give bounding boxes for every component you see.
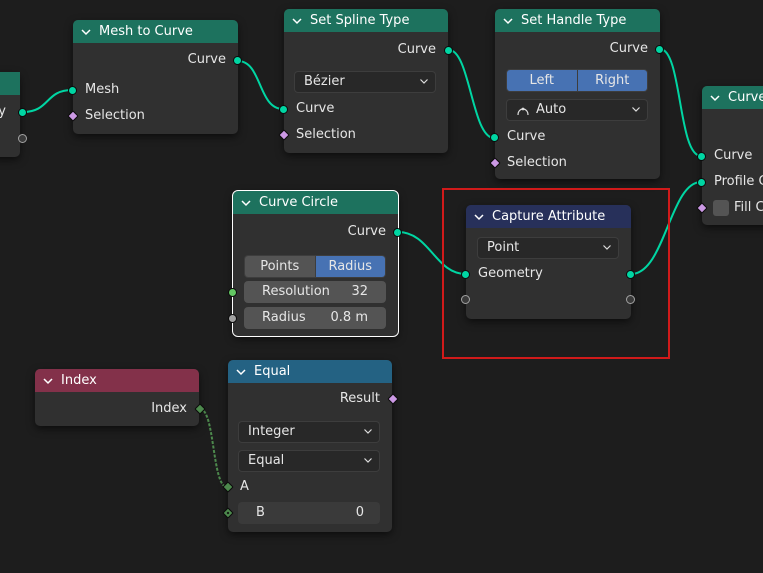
- handle-auto-icon: [517, 107, 529, 115]
- output-curve-label: Curve: [187, 52, 226, 67]
- output-result-label: Result: [339, 391, 380, 406]
- index-node[interactable]: Index Index: [35, 369, 206, 426]
- equal-node[interactable]: Equal Result Integer Equal A B 0: [222, 360, 399, 532]
- node-title: Set Handle Type: [521, 13, 627, 28]
- handle-side-toggle[interactable]: Left Right: [506, 69, 648, 92]
- node-title: Set Spline Type: [310, 13, 410, 28]
- spline-type-dropdown[interactable]: Bézier: [294, 71, 436, 93]
- toggle-left[interactable]: Left: [507, 70, 577, 91]
- circle-mode-toggle[interactable]: Points Radius: [244, 255, 386, 278]
- output-socket[interactable]: [18, 108, 27, 117]
- output-curve-socket[interactable]: [444, 46, 453, 55]
- operation-dropdown[interactable]: Equal: [238, 450, 380, 472]
- node-header[interactable]: Mesh to Curve: [73, 20, 238, 43]
- chevron-down-icon[interactable]: [81, 27, 91, 37]
- input-b-label: B: [256, 505, 265, 520]
- input-a-label: A: [240, 479, 249, 494]
- chevron-down-icon: [364, 429, 372, 434]
- input-fill-label: Fill C: [734, 200, 763, 215]
- chevron-down-icon[interactable]: [503, 16, 513, 26]
- mesh-to-curve-node[interactable]: Mesh to Curve Curve Mesh Selection: [67, 20, 242, 134]
- node-header[interactable]: Equal: [228, 360, 392, 383]
- node-header[interactable]: Curve: [702, 86, 763, 109]
- highlight-frame: [442, 188, 670, 359]
- curve-to-mesh-node[interactable]: Curve Curve Profile C Fill C: [696, 86, 763, 225]
- output-curve-label: Curve: [609, 41, 648, 56]
- node-title: Curve Circle: [259, 195, 338, 210]
- input-curve-label: Curve: [714, 148, 753, 163]
- input-curve-label: Curve: [296, 101, 335, 116]
- chevron-down-icon[interactable]: [236, 367, 246, 377]
- chevron-down-icon: [420, 79, 428, 84]
- mode-points[interactable]: Points: [245, 256, 315, 277]
- data-type-dropdown[interactable]: Integer: [238, 421, 380, 443]
- handle-type-dropdown[interactable]: Auto: [506, 99, 648, 121]
- input-selection-label: Selection: [296, 127, 356, 142]
- node-header[interactable]: Curve Circle: [233, 191, 398, 214]
- node-title: Equal: [254, 364, 291, 379]
- output-label: ry: [0, 104, 6, 119]
- input-selection-label: Selection: [507, 155, 567, 170]
- node-header[interactable]: Index: [35, 369, 199, 392]
- input-b-value: 0: [355, 505, 364, 520]
- input-selection-label: Selection: [85, 108, 145, 123]
- input-mesh-label: Mesh: [85, 82, 120, 97]
- chevron-down-icon[interactable]: [292, 16, 302, 26]
- radius-value: 0.8 m: [330, 310, 368, 325]
- set-handle-type-node[interactable]: Set Handle Type Curve Left Right Auto Cu…: [489, 9, 664, 179]
- chevron-down-icon: [364, 458, 372, 463]
- output-curve-socket[interactable]: [393, 228, 402, 237]
- output-curve-socket[interactable]: [655, 45, 664, 54]
- node-title: Mesh to Curve: [99, 24, 193, 39]
- mode-radius[interactable]: Radius: [314, 256, 385, 277]
- input-resolution-socket[interactable]: [228, 288, 237, 297]
- node-header[interactable]: Set Spline Type: [284, 9, 448, 32]
- curve-circle-node[interactable]: Curve Circle Curve Points Radius Resolut…: [228, 190, 402, 337]
- resolution-label: Resolution: [262, 284, 330, 299]
- output-socket-grey[interactable]: [18, 134, 27, 143]
- input-curve-socket[interactable]: [279, 105, 288, 114]
- output-index-label: Index: [151, 401, 187, 416]
- input-b-field[interactable]: B 0: [238, 502, 380, 524]
- set-spline-type-node[interactable]: Set Spline Type Curve Bézier Curve Selec…: [278, 9, 453, 153]
- chevron-down-icon[interactable]: [710, 93, 720, 103]
- chevron-down-icon[interactable]: [241, 198, 251, 208]
- toggle-right[interactable]: Right: [576, 70, 647, 91]
- input-curve-socket[interactable]: [490, 133, 499, 142]
- handle-type-value: Auto: [536, 102, 567, 117]
- input-mesh-socket[interactable]: [68, 86, 77, 95]
- chevron-down-icon[interactable]: [43, 376, 53, 386]
- node-title: Index: [61, 373, 97, 388]
- fill-caps-checkbox[interactable]: [713, 200, 729, 216]
- node-title: Curve: [728, 90, 763, 105]
- operation-value: Equal: [248, 453, 285, 468]
- spline-type-value: Bézier: [304, 74, 345, 89]
- radius-label: Radius: [262, 310, 306, 325]
- input-profile-label: Profile C: [714, 174, 763, 189]
- chevron-down-icon: [632, 107, 640, 112]
- input-radius-socket[interactable]: [228, 314, 237, 323]
- data-type-value: Integer: [248, 424, 295, 439]
- input-profile-socket[interactable]: [697, 178, 706, 187]
- input-curve-label: Curve: [507, 129, 546, 144]
- partial-node-left[interactable]: ry: [0, 72, 27, 157]
- output-curve-label: Curve: [397, 42, 436, 57]
- output-curve-label: Curve: [347, 224, 386, 239]
- radius-field[interactable]: Radius 0.8 m: [244, 307, 386, 329]
- resolution-value: 32: [351, 284, 368, 299]
- node-header[interactable]: Set Handle Type: [495, 9, 660, 32]
- resolution-field[interactable]: Resolution 32: [244, 281, 386, 303]
- input-curve-socket[interactable]: [697, 152, 706, 161]
- output-curve-socket[interactable]: [233, 56, 242, 65]
